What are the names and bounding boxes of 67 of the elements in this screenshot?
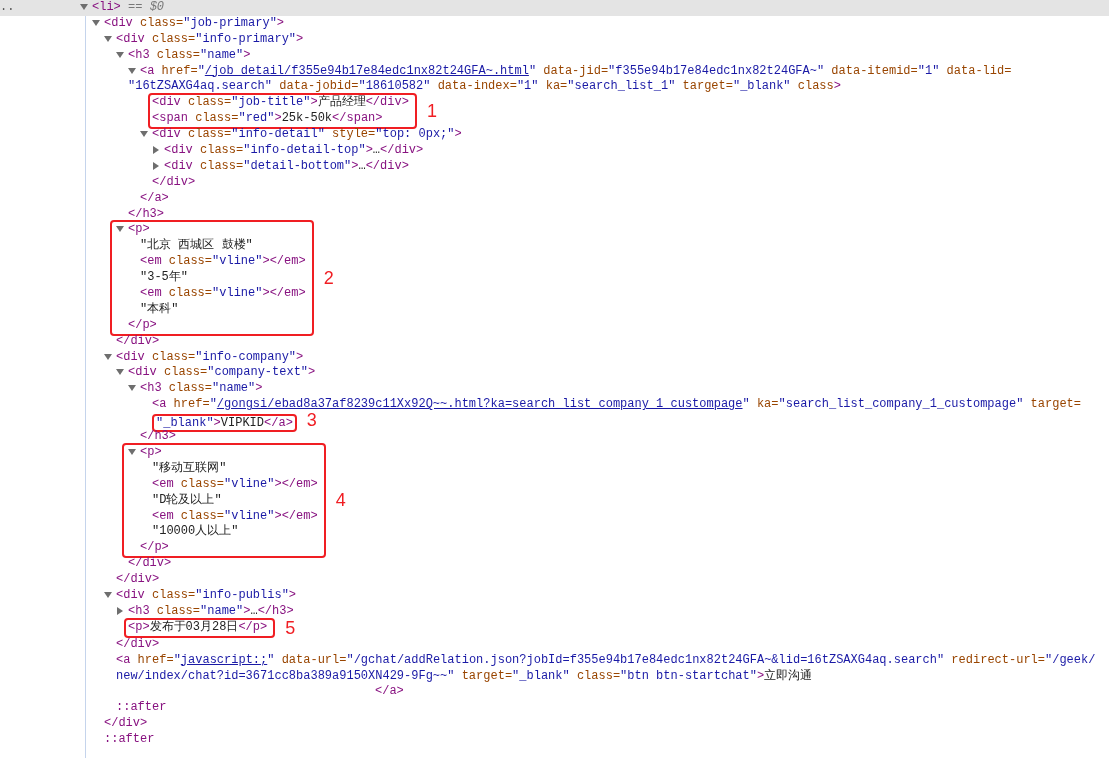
code-line: "移动互联网"	[152, 460, 227, 475]
code-line: <em class="vline"></em>	[140, 286, 306, 301]
annotation-number: 5	[285, 617, 296, 639]
code-line: ::after	[116, 700, 167, 715]
code-line: <div class="info-detail-top">…</div>	[164, 143, 424, 157]
code-line: "10000人以上"	[152, 524, 239, 539]
annotation-number: 2	[323, 267, 334, 289]
annotation-number: 1	[426, 100, 437, 122]
more-dots[interactable]: ..	[0, 0, 15, 16]
code-line: <em class="vline"></em>	[152, 476, 318, 491]
code-line: </a>	[375, 684, 404, 699]
disclosure-triangle-icon[interactable]	[116, 368, 124, 377]
code-line: <h3 class="name">…</h3>	[128, 603, 294, 618]
code-line: <div class="info-company">	[116, 349, 304, 364]
code-line: </div>	[152, 174, 196, 189]
code-line: <li> == $0	[92, 0, 165, 14]
code-line: <p>	[140, 444, 162, 459]
disclosure-triangle-icon[interactable]	[140, 130, 148, 139]
code-line: </div>	[128, 556, 172, 571]
code-line: <div class="job-title">产品经理</div>	[152, 95, 409, 110]
disclosure-triangle-icon[interactable]	[152, 161, 160, 170]
code-line: <a href="/gongsi/ebad8a37af8239c11Xx92Q~~.html?ka=search_list_company_1_custompage" ka="search_list_company_1_custompage" target=	[152, 397, 1081, 412]
annotation-number: 3	[306, 410, 317, 431]
code-line: </p>	[140, 540, 169, 555]
code-line: </div>	[104, 716, 148, 731]
code-line: <div class="info-primary">	[116, 31, 304, 46]
disclosure-triangle-icon[interactable]	[104, 352, 112, 361]
disclosure-triangle-icon[interactable]	[128, 384, 136, 393]
code-line: <span class="red">25k-50k</span>	[152, 111, 383, 126]
code-line: <h3 class="name">	[128, 47, 251, 62]
code-line: new/index/chat?id=3671cc8ba389a9150XN429-9Fg~~" target="_blank" class="btn btn-startchat">立即沟通	[116, 668, 813, 683]
code-line: <div class="job-primary">	[104, 15, 285, 30]
disclosure-triangle-icon[interactable]	[92, 18, 100, 27]
code-line: <em class="vline"></em>	[140, 254, 306, 269]
code-line: </div>	[116, 636, 160, 651]
disclosure-triangle-icon[interactable]	[104, 34, 112, 43]
code-line: "D轮及以上"	[152, 492, 222, 507]
code-line: </div>	[116, 333, 160, 348]
code-line: <div class="info-publis">	[116, 587, 297, 602]
code-line: <p>	[128, 222, 150, 237]
disclosure-triangle-icon[interactable]	[104, 590, 112, 599]
code-line: <div class="info-detail" style="top: 0px;">	[152, 127, 462, 142]
code-line: </a>	[140, 190, 169, 205]
disclosure-triangle-icon[interactable]	[116, 606, 124, 615]
code-line: "本科"	[140, 301, 179, 316]
code-line: </p>	[128, 317, 157, 332]
code-line: "3-5年"	[140, 270, 188, 285]
selected-row[interactable]: .. <li> == $0	[0, 0, 1109, 16]
code-line: <div class="company-text">	[128, 365, 316, 380]
disclosure-triangle-icon[interactable]	[152, 146, 160, 154]
annotation-number: 4	[335, 490, 346, 512]
code-line: <a href="javascript:;" data-url="/gchat/addRelation.json?jobId=f355e94b17e84edc1nx82t24GFA~&lid=16tZSAXG4aq.search" redirect-url="/geek/	[116, 652, 1096, 667]
code-line: "北京 西城区 鼓楼"	[140, 238, 253, 253]
disclosure-triangle-icon[interactable]	[128, 447, 136, 456]
disclosure-triangle-icon[interactable]	[128, 66, 136, 75]
disclosure-triangle-icon[interactable]	[80, 3, 88, 11]
code-line: ::after	[104, 732, 155, 747]
code-line: <p>发布于03月28日</p>	[128, 620, 268, 635]
code-line: <a href="/job_detail/f355e94b17e84edc1nx82t24GFA~.html" data-jid="f355e94b17e84edc1nx82t24GFA~" data-itemid="1" data-lid=	[140, 63, 1012, 78]
code-line: <h3 class="name">	[140, 381, 263, 396]
code-line: </h3>	[128, 206, 164, 221]
code-line: <em class="vline"></em>	[152, 508, 318, 523]
code-line: "16tZSAXG4aq.search" data-jobid="18610582" data-index="1" ka="search_list_1" target="_blank" class>	[128, 79, 841, 94]
code-line: </div>	[116, 572, 160, 587]
disclosure-triangle-icon[interactable]	[116, 225, 124, 234]
disclosure-triangle-icon[interactable]	[116, 50, 124, 59]
code-line: <div class="detail-bottom">…</div>	[164, 158, 409, 173]
